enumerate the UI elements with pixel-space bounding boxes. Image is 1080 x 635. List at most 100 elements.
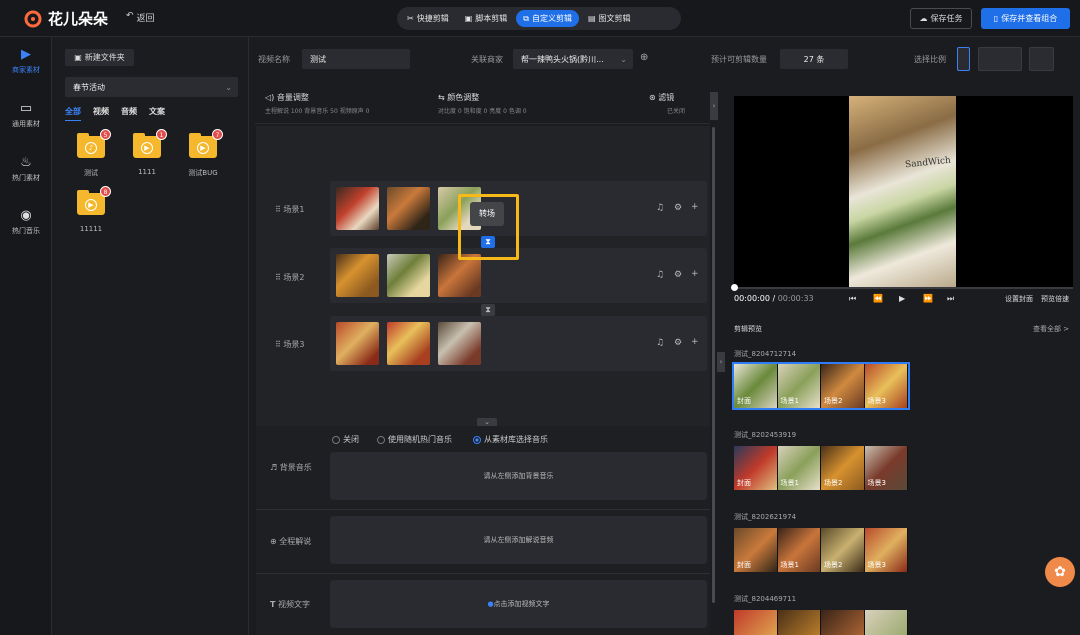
new-folder-button[interactable]: ▣ 新建文件夹 <box>65 49 134 66</box>
video-name-input[interactable]: 测试 <box>302 49 410 69</box>
rail-item-hot-music[interactable]: ◉ 热门音乐 <box>0 208 52 236</box>
clip-frame: 场景2 <box>821 528 865 572</box>
music-option-random[interactable]: 使用随机热门音乐 <box>377 434 452 445</box>
preview-speed-button[interactable]: 预览倍速 <box>1041 294 1069 304</box>
folder-item[interactable]: ▶ 8 <box>77 186 111 216</box>
rail-item-hot-assets[interactable]: ♨ 热门素材 <box>0 155 52 183</box>
bg-music-dropzone[interactable]: 请从左侧添加背景音乐 <box>330 452 707 500</box>
frame-label: 场景3 <box>867 561 886 569</box>
text-t-icon: T <box>270 600 276 609</box>
save-and-view-button[interactable]: ▯ 保存并查看组合 <box>981 8 1070 29</box>
scene-thumbnail[interactable] <box>387 187 430 230</box>
rail-item-merchant-assets[interactable]: ▶ 商家素材 <box>0 47 52 75</box>
scene-thumbnail[interactable] <box>387 322 430 365</box>
scene-row[interactable] <box>330 316 707 371</box>
merchant-select[interactable]: 帮一辣鸭头火锅(黔川... ⌄ <box>513 49 633 69</box>
clip-frame <box>777 610 821 635</box>
progress-handle[interactable] <box>731 284 738 291</box>
category-value: 春节活动 <box>73 82 105 92</box>
option-label: 从素材库选择音乐 <box>484 435 548 444</box>
rewind-icon[interactable]: ⏪ <box>873 294 883 303</box>
folder-name: 测试 <box>84 169 98 177</box>
video-text-dropzone[interactable]: ● 点击添加视频文字 <box>330 580 707 628</box>
flower-logo-icon <box>24 10 42 27</box>
volume-title: 音量调整 <box>276 93 309 102</box>
frame-label: 场景2 <box>824 561 843 569</box>
ratio-option-square[interactable] <box>1029 47 1054 71</box>
fast-forward-icon[interactable]: ⏩ <box>923 294 933 303</box>
tab-image-text-edit[interactable]: ▤ 图文剪辑 <box>581 10 638 27</box>
clip-title: 测试_8202453919 <box>734 431 797 439</box>
scene-label[interactable]: ⠿ 场景1 <box>275 204 305 215</box>
view-all-link[interactable]: 查看全部 > <box>1033 324 1069 334</box>
narration-dropzone[interactable]: 请从左侧添加解说音频 <box>330 516 707 564</box>
tab-video[interactable]: 视频 <box>93 106 109 121</box>
color-title: 颜色调整 <box>447 93 480 102</box>
app-logo[interactable]: 花儿朵朵 <box>24 8 108 29</box>
gear-icon[interactable]: ⚙ <box>674 270 682 280</box>
assistant-float-button[interactable]: ✿ <box>1045 557 1075 587</box>
scene-label[interactable]: ⠿ 场景3 <box>275 339 305 350</box>
volume-adjust[interactable]: ◁) 音量调整 主程解说 100 背景音乐 50 视频原声 0 <box>265 92 369 115</box>
gear-icon[interactable]: ⚙ <box>674 338 682 348</box>
skip-end-icon[interactable]: ⏭ <box>947 294 954 304</box>
ratio-option-portrait[interactable] <box>957 47 970 71</box>
clip-strip[interactable]: 封面 场景1 场景2 场景3 <box>732 362 910 410</box>
chevron-right-icon[interactable]: › <box>710 92 718 120</box>
scene-thumbnail[interactable] <box>438 322 481 365</box>
scene-label[interactable]: ⠿ 场景2 <box>275 272 305 283</box>
tab-script-edit[interactable]: ▣ 脚本剪辑 <box>458 10 515 27</box>
gear-icon[interactable]: ⚙ <box>674 203 682 213</box>
tab-audio[interactable]: 音频 <box>121 106 137 121</box>
filter-adjust[interactable]: ⊛ 滤镜 已关闭 <box>649 92 685 115</box>
transition-icon[interactable]: ⧗ <box>481 304 495 316</box>
sliders-icon: ⇆ <box>438 93 445 102</box>
play-icon: ▶ <box>141 142 153 154</box>
scene-thumbnail[interactable] <box>387 254 430 297</box>
scene-thumbnail[interactable] <box>336 187 379 230</box>
label-text: 视频文字 <box>278 600 311 609</box>
folder-item[interactable]: ▶ 7 <box>189 129 223 159</box>
tab-quick-edit[interactable]: ✂ 快捷剪辑 <box>400 10 456 27</box>
category-select[interactable]: 春节活动 ⌄ <box>65 77 238 97</box>
progress-bar[interactable] <box>734 287 1073 289</box>
clip-frame: 场景3 <box>864 528 908 572</box>
clip-strip[interactable]: 封面 场景1 场景2 场景3 <box>734 446 908 490</box>
folder-item[interactable]: ♪ 5 <box>77 129 111 159</box>
tab-all[interactable]: 全部 <box>65 106 81 121</box>
folder-item[interactable]: ▶ 1 <box>133 129 167 159</box>
bell-icon[interactable]: ♫ <box>656 203 664 213</box>
save-task-button[interactable]: ☁ 保存任务 <box>910 8 972 29</box>
option-label: 关闭 <box>343 435 359 444</box>
bell-icon[interactable]: ♫ <box>656 338 664 348</box>
play-icon[interactable]: ▶ <box>899 294 905 303</box>
music-option-library[interactable]: 从素材库选择音乐 <box>473 434 548 445</box>
scrollbar[interactable] <box>712 127 715 603</box>
tab-copy[interactable]: 文案 <box>149 106 165 121</box>
rail-label: 热门音乐 <box>12 227 40 235</box>
add-icon[interactable]: + <box>691 202 699 212</box>
scene-thumbnail[interactable] <box>336 254 379 297</box>
ratio-option-landscape[interactable] <box>978 47 1022 71</box>
add-icon[interactable]: + <box>691 269 699 279</box>
color-adjust[interactable]: ⇆ 颜色调整 对比度 0 饱和度 0 亮度 0 色调 0 <box>438 92 527 115</box>
add-icon[interactable]: + <box>691 337 699 347</box>
clip-strip[interactable]: 封面 场景1 场景2 场景3 <box>734 528 908 572</box>
set-cover-button[interactable]: 设置封面 <box>1005 294 1033 304</box>
scene-thumbnail[interactable] <box>336 322 379 365</box>
app-name: 花儿朵朵 <box>48 10 109 28</box>
filter-status: 已关闭 <box>667 108 686 115</box>
add-merchant-icon[interactable]: ⊕ <box>640 52 648 63</box>
back-button[interactable]: ↶ 返回 <box>126 11 155 24</box>
clip-strip[interactable] <box>734 610 908 635</box>
tab-custom-edit[interactable]: ⧉ 自定义剪辑 <box>516 10 579 27</box>
tab-label: 自定义剪辑 <box>531 14 572 23</box>
skip-start-icon[interactable]: ⏮ <box>849 294 856 304</box>
rail-item-general-assets[interactable]: ▭ 通用素材 <box>0 101 52 129</box>
section-title: 剪辑预览 <box>734 325 762 333</box>
highlight-box <box>458 194 519 260</box>
bell-icon[interactable]: ♫ <box>656 270 664 280</box>
scene-thumbnail[interactable] <box>438 254 481 297</box>
chevron-right-icon[interactable]: › <box>717 352 725 372</box>
music-option-off[interactable]: 关闭 <box>332 434 359 445</box>
